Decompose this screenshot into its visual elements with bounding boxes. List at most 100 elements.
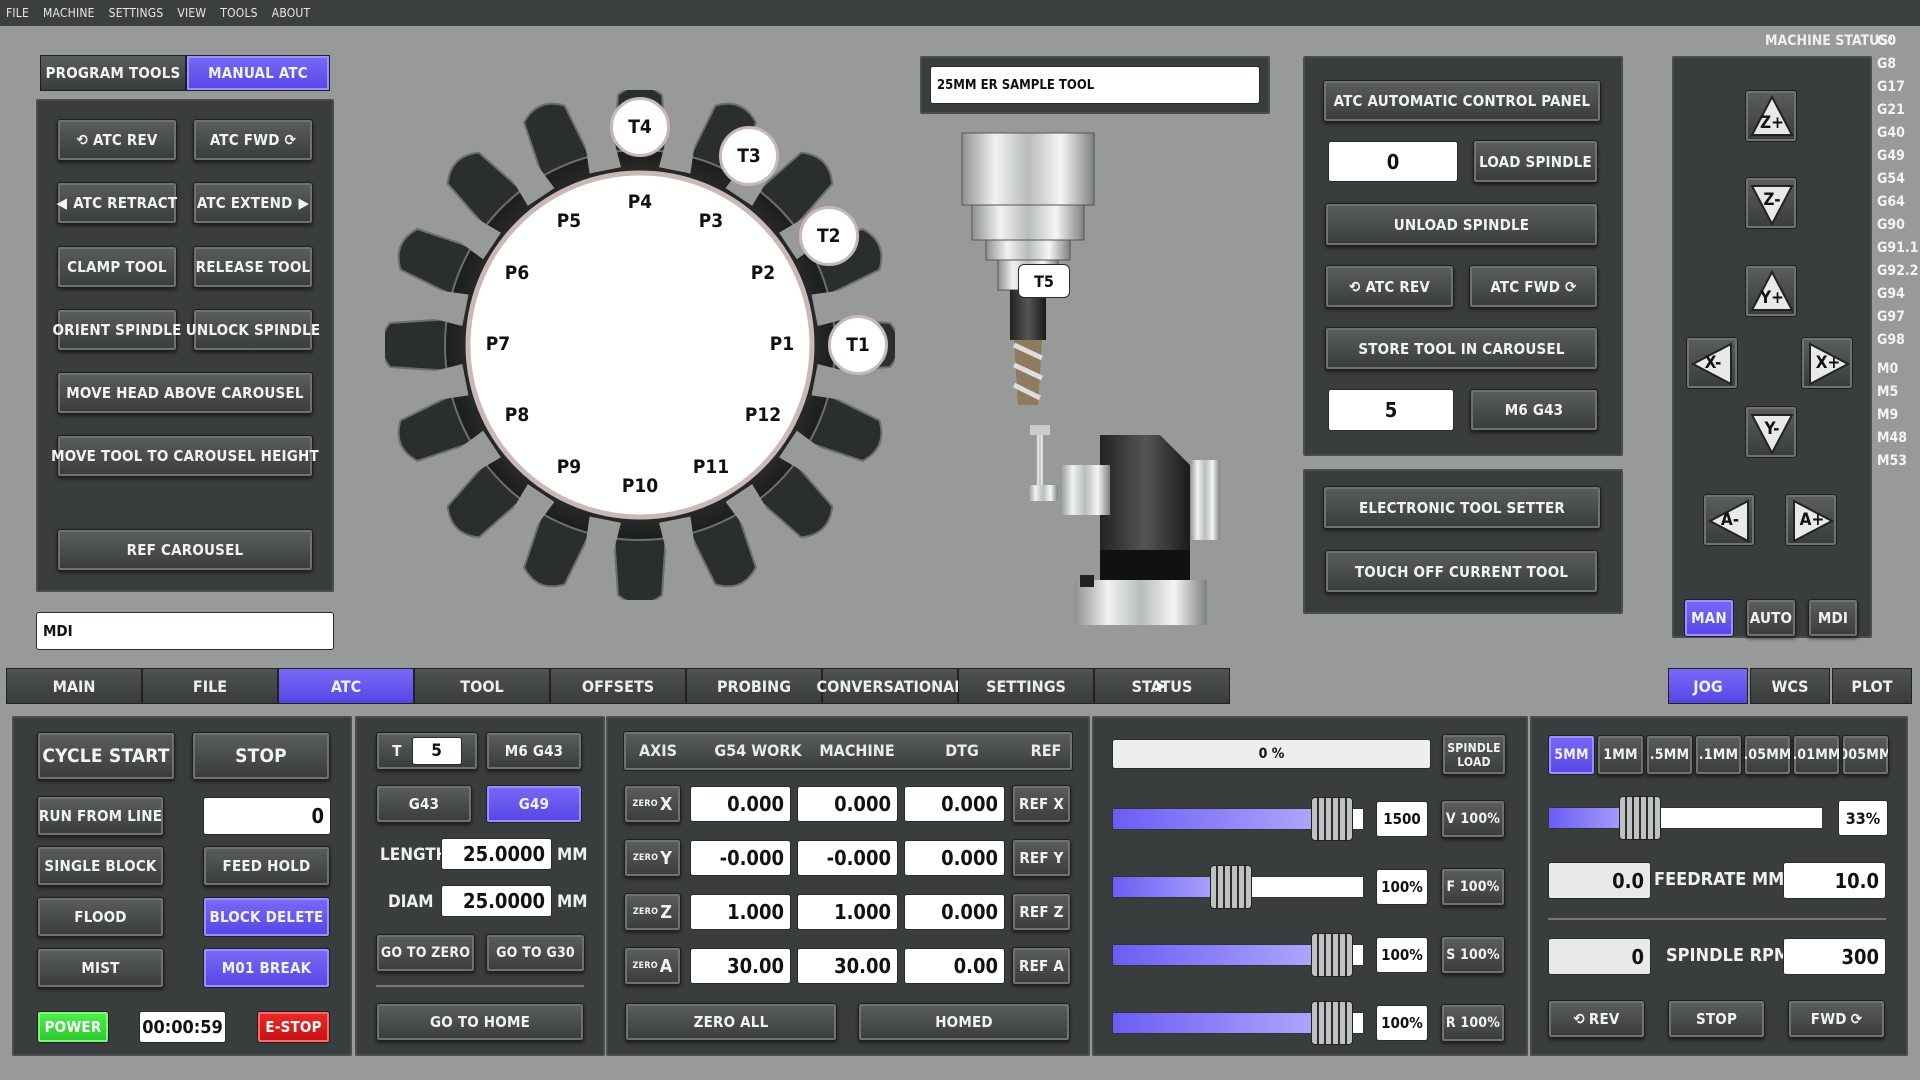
ref-carousel-button[interactable]: REF CAROUSEL xyxy=(57,529,313,571)
jog-z-minus-button[interactable]: Z- xyxy=(1745,177,1797,229)
tab-tool[interactable]: TOOL xyxy=(414,668,550,704)
jog-x-plus-button[interactable]: X+ xyxy=(1801,337,1853,389)
block-delete-button[interactable]: BLOCK DELETE xyxy=(203,897,330,937)
tab-jog[interactable]: JOG xyxy=(1668,668,1748,704)
go-to-home-button[interactable]: GO TO HOME xyxy=(376,1003,584,1041)
tab-settings[interactable]: SETTINGS xyxy=(958,668,1094,704)
jog-increment-button[interactable]: .1MM xyxy=(1695,735,1742,775)
tab-program-tools[interactable]: PROGRAM TOOLS xyxy=(40,55,186,91)
jog-increment-button[interactable]: 005MM xyxy=(1842,735,1889,775)
tab-wcs[interactable]: WCS xyxy=(1750,668,1830,704)
ref-a-button[interactable]: REF A xyxy=(1012,947,1071,985)
tool-m6-g43-button[interactable]: M6 G43 xyxy=(486,732,582,770)
atc-auto-rev-button[interactable]: ⟲ ATC REV xyxy=(1325,265,1454,308)
override-reset-button[interactable]: F 100% xyxy=(1441,868,1505,906)
jog-increment-button[interactable]: .01MM xyxy=(1793,735,1840,775)
override-reset-button[interactable]: S 100% xyxy=(1441,936,1505,974)
menu-tools[interactable]: TOOLS xyxy=(220,6,257,20)
carousel-tool-t2[interactable]: T2 xyxy=(798,206,859,266)
orient-spindle-button[interactable]: ORIENT SPINDLE xyxy=(52,309,181,351)
spindle-rpm-setpoint[interactable]: 300 xyxy=(1783,938,1886,975)
feedrate-setpoint[interactable]: 10.0 xyxy=(1783,862,1886,899)
pocket-number-field[interactable]: 0 xyxy=(1328,141,1458,182)
jog-y-minus-button[interactable]: Y- xyxy=(1745,406,1797,458)
cycle-start-button[interactable]: CYCLE START xyxy=(37,732,175,780)
single-block-button[interactable]: SINGLE BLOCK xyxy=(37,846,164,886)
tab-file[interactable]: FILE xyxy=(142,668,278,704)
go-to-zero-button[interactable]: GO TO ZERO xyxy=(376,934,475,972)
ref-x-button[interactable]: REF X xyxy=(1012,785,1071,823)
override-reset-button[interactable]: R 100% xyxy=(1441,1004,1505,1042)
jog-a-plus-button[interactable]: A+ xyxy=(1785,494,1837,546)
flood-button[interactable]: FLOOD xyxy=(37,897,164,937)
mist-button[interactable]: MIST xyxy=(37,948,164,988)
atc-retract-button[interactable]: ◀ ATC RETRACT xyxy=(57,182,177,224)
spindle-stop-button[interactable]: STOP xyxy=(1668,1000,1765,1038)
override-knob[interactable] xyxy=(1311,1001,1354,1045)
carousel-tool-t3[interactable]: T3 xyxy=(719,126,779,187)
atc-rev-button[interactable]: ⟲ ATC REV xyxy=(57,119,177,161)
clamp-tool-button[interactable]: CLAMP TOOL xyxy=(57,246,177,288)
stop-button[interactable]: STOP xyxy=(192,732,330,780)
jog-rate-slider[interactable] xyxy=(1548,796,1823,840)
tab-manual-atc[interactable]: MANUAL ATC xyxy=(186,55,330,91)
jog-y-plus-button[interactable]: Y+ xyxy=(1745,265,1797,317)
unlock-spindle-button[interactable]: UNLOCK SPINDLE xyxy=(186,309,320,351)
override-knob[interactable] xyxy=(1311,797,1354,841)
mode-mdi-button[interactable]: MDI xyxy=(1808,599,1858,637)
ref-y-button[interactable]: REF Y xyxy=(1012,839,1071,877)
jog-increment-button[interactable]: .5MM xyxy=(1646,735,1693,775)
override-slider[interactable] xyxy=(1112,933,1364,977)
power-button[interactable]: POWER xyxy=(37,1011,109,1043)
run-from-line-input[interactable]: 0 xyxy=(203,797,331,835)
tool-number-field[interactable]: 5 xyxy=(1328,389,1454,431)
touch-off-current-tool-button[interactable]: TOUCH OFF CURRENT TOOL xyxy=(1325,550,1598,593)
tab-main[interactable]: MAIN xyxy=(6,668,142,704)
jog-x-minus-button[interactable]: X- xyxy=(1686,337,1738,389)
override-reset-button[interactable]: V 100% xyxy=(1441,800,1505,838)
tab-offsets[interactable]: OFFSETS xyxy=(550,668,686,704)
tab-conversational[interactable]: CONVERSATIONAL xyxy=(817,668,963,704)
menu-view[interactable]: VIEW xyxy=(177,6,206,20)
override-knob[interactable] xyxy=(1210,865,1253,909)
unload-spindle-button[interactable]: UNLOAD SPINDLE xyxy=(1325,203,1598,246)
run-from-line-button[interactable]: RUN FROM LINE xyxy=(37,796,164,836)
current-tool-field[interactable]: 5 xyxy=(411,737,462,765)
menu-file[interactable]: FILE xyxy=(6,6,29,20)
tool-diam-field[interactable]: 25.0000 xyxy=(441,885,552,917)
g43-button[interactable]: G43 xyxy=(376,785,472,823)
e-stop-button[interactable]: E-STOP xyxy=(257,1011,330,1043)
jog-z-plus-button[interactable]: Z+ xyxy=(1745,90,1797,142)
override-slider[interactable] xyxy=(1112,1001,1364,1045)
go-to-g30-button[interactable]: GO TO G30 xyxy=(486,934,585,972)
mdi-input[interactable]: MDI xyxy=(36,612,334,650)
jog-increment-button[interactable]: .05MM xyxy=(1744,735,1791,775)
menu-about[interactable]: ABOUT xyxy=(272,6,311,20)
menu-settings[interactable]: SETTINGS xyxy=(109,6,164,20)
carousel-tool-t1[interactable]: T1 xyxy=(828,315,888,375)
ref-z-button[interactable]: REF Z xyxy=(1012,893,1071,931)
mode-man-button[interactable]: MAN xyxy=(1684,599,1734,637)
zero-all-button[interactable]: ZERO ALL xyxy=(625,1003,837,1041)
mode-auto-button[interactable]: AUTO xyxy=(1746,599,1796,637)
zero-a-button[interactable]: ZERO A xyxy=(624,947,681,985)
menu-machine[interactable]: MACHINE xyxy=(43,6,95,20)
feed-hold-button[interactable]: FEED HOLD xyxy=(203,846,330,886)
tab-plot[interactable]: PLOT xyxy=(1832,668,1912,704)
m01-break-button[interactable]: M01 BREAK xyxy=(203,948,330,988)
release-tool-button[interactable]: RELEASE TOOL xyxy=(193,246,313,288)
tab-probing[interactable]: PROBING xyxy=(686,668,822,704)
atc-auto-fwd-button[interactable]: ATC FWD ⟳ xyxy=(1469,265,1598,308)
carousel-tool-t4[interactable]: T4 xyxy=(610,97,670,157)
jog-increment-button[interactable]: 5MM xyxy=(1548,735,1595,775)
override-slider[interactable] xyxy=(1112,797,1364,841)
jog-a-minus-button[interactable]: A- xyxy=(1703,494,1755,546)
jog-increment-button[interactable]: 1MM xyxy=(1597,735,1644,775)
jog-rate-knob[interactable] xyxy=(1618,796,1661,840)
move-head-above-carousel-button[interactable]: MOVE HEAD ABOVE CAROUSEL xyxy=(57,372,313,414)
spindle-fwd-button[interactable]: FWD ⟳ xyxy=(1788,1000,1885,1038)
m6-g43-button[interactable]: M6 G43 xyxy=(1470,389,1598,431)
tab-atc[interactable]: ATC xyxy=(278,668,414,704)
zero-z-button[interactable]: ZERO Z xyxy=(624,893,681,931)
zero-x-button[interactable]: ZERO X xyxy=(624,785,681,823)
